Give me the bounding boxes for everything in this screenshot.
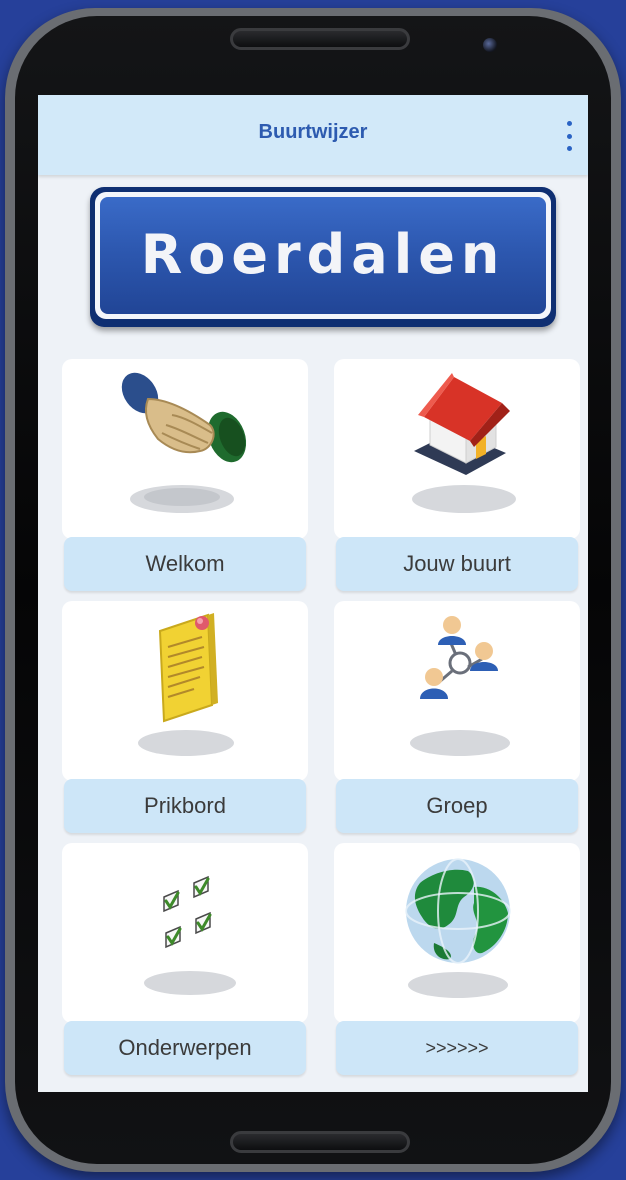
- tile-image: [334, 601, 580, 781]
- town-sign-panel: Roerdalen: [100, 197, 546, 314]
- town-sign: Roerdalen: [90, 187, 556, 327]
- tile-prikbord[interactable]: Prikbord: [62, 601, 308, 833]
- tile-label: Onderwerpen: [64, 1021, 306, 1075]
- tile-label: Welkom: [64, 537, 306, 591]
- menu-dot: [566, 133, 572, 139]
- tile-image: [62, 843, 308, 1023]
- tile-label: Groep: [336, 779, 578, 833]
- tile-onderwerpen[interactable]: Onderwerpen: [62, 843, 308, 1075]
- tile-jouw-buurt[interactable]: Jouw buurt: [334, 359, 580, 591]
- app-screen: Buurtwijzer Roerdalen Welkom Jouw buurt …: [38, 95, 588, 1092]
- tile-welkom[interactable]: Welkom: [62, 359, 308, 591]
- house-icon: [412, 373, 516, 513]
- app-title: Buurtwijzer: [258, 121, 368, 143]
- more-vert-icon[interactable]: [564, 121, 574, 151]
- tile-groep[interactable]: Groep: [334, 601, 580, 833]
- tile-label: >>>>>>: [336, 1021, 578, 1075]
- home-bar[interactable]: [230, 1131, 410, 1153]
- group-icon: [410, 616, 510, 756]
- notice-board-icon: [138, 613, 234, 756]
- menu-dot: [566, 146, 572, 151]
- tile-label: Prikbord: [64, 779, 306, 833]
- tile-image: [62, 359, 308, 539]
- tile-label: Jouw buurt: [336, 537, 578, 591]
- town-name: Roerdalen: [140, 223, 506, 286]
- tile-more[interactable]: >>>>>>: [334, 843, 580, 1075]
- tile-image: [334, 843, 580, 1023]
- app-bar: Buurtwijzer: [38, 95, 588, 175]
- town-sign-border: Roerdalen: [95, 192, 551, 319]
- stage: Buurtwijzer Roerdalen Welkom Jouw buurt …: [0, 0, 626, 1180]
- front-camera: [483, 38, 497, 52]
- globe-icon: [405, 858, 511, 998]
- checklist-icon: [144, 875, 236, 995]
- tile-image: [334, 359, 580, 539]
- speaker-grille: [230, 28, 410, 50]
- menu-dot: [566, 121, 572, 126]
- tile-image: [62, 601, 308, 781]
- handshake-icon: [121, 372, 247, 513]
